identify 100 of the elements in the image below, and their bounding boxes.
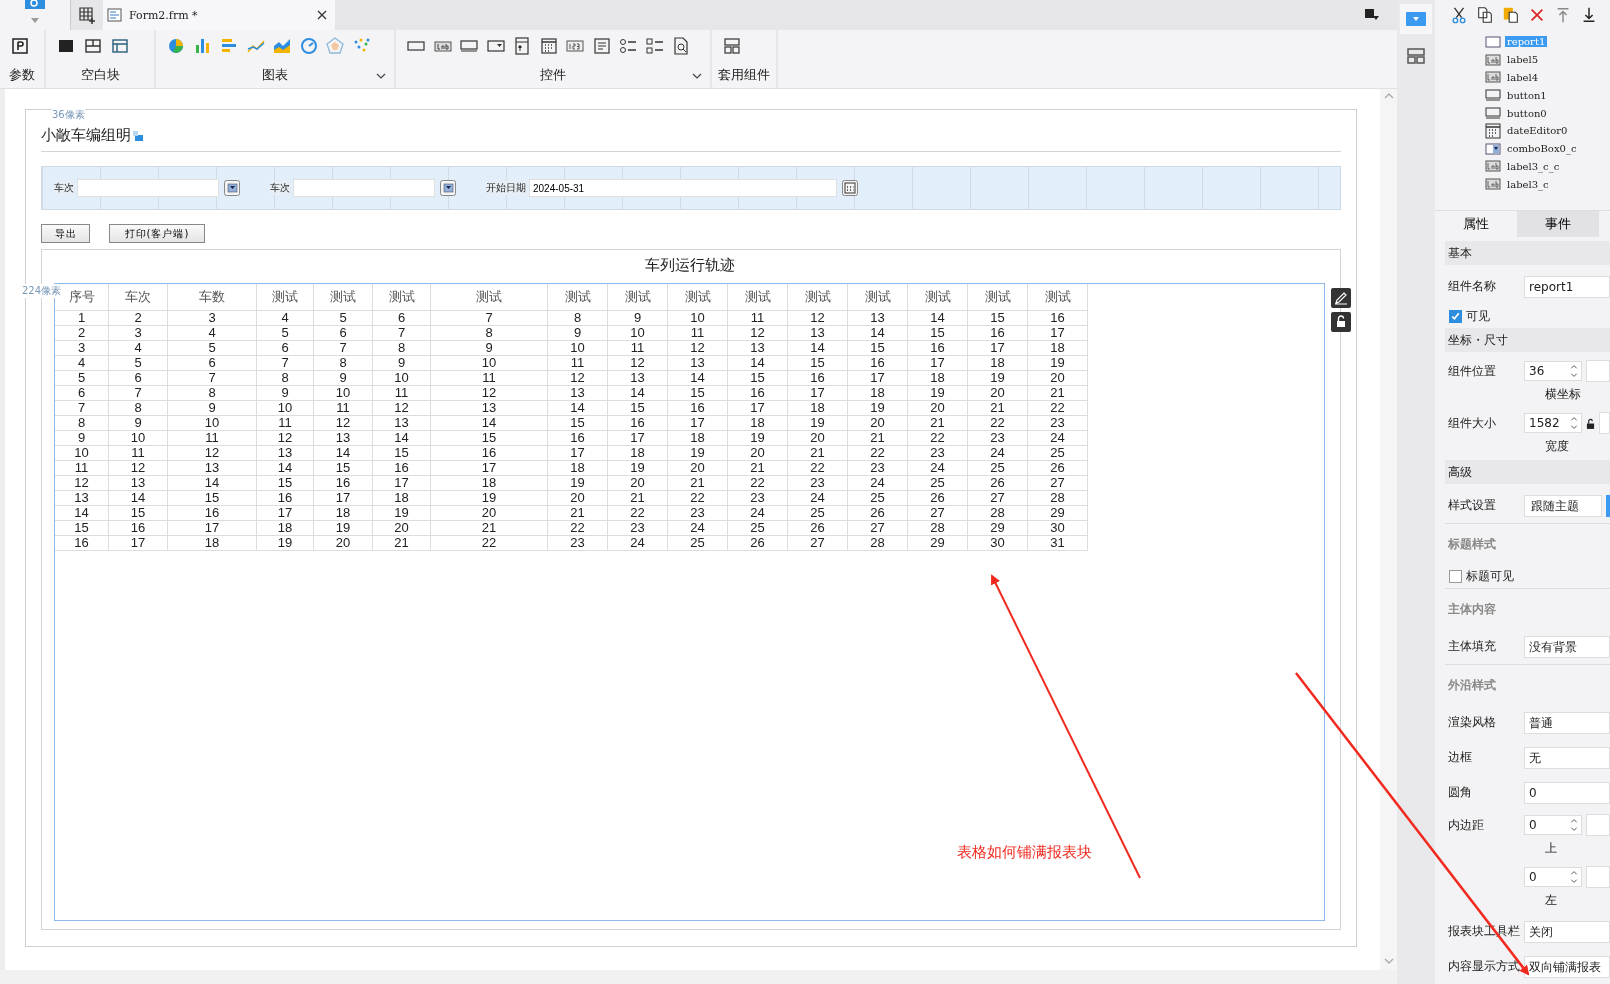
- property-field[interactable]: 无: [1524, 746, 1610, 769]
- table-cell: 16: [167, 505, 257, 521]
- checkbox-list-icon[interactable]: [644, 36, 665, 56]
- table-cell: 1: [55, 310, 109, 326]
- number-field[interactable]: [1586, 814, 1610, 836]
- form-button[interactable]: 打印(客户端): [109, 224, 205, 243]
- table-cell: 16: [430, 445, 548, 461]
- number-field[interactable]: 1582: [1524, 413, 1582, 433]
- number-field[interactable]: 0: [1524, 867, 1582, 887]
- number-field[interactable]: [1586, 360, 1610, 382]
- table-cell: 13: [55, 490, 109, 506]
- label-icon: [1485, 69, 1501, 86]
- document-tab[interactable]: Form2.frm *: [103, 0, 335, 30]
- property-field[interactable]: 0: [1524, 781, 1610, 804]
- table-cell: 28: [847, 535, 908, 551]
- lock-icon[interactable]: [1331, 312, 1351, 332]
- subsection-label: 外沿样式: [1448, 676, 1496, 694]
- property-field[interactable]: report1: [1524, 275, 1610, 298]
- chevron-down-icon[interactable]: [376, 72, 386, 79]
- table-cell: 14: [847, 325, 908, 341]
- split-block-icon[interactable]: [83, 36, 103, 56]
- filter-field[interactable]: 2024-05-31: [529, 179, 837, 197]
- filter-field[interactable]: [77, 179, 219, 197]
- table-cell: 7: [55, 400, 109, 416]
- table-cell: 4: [55, 355, 109, 371]
- spinner-arrows-icon[interactable]: [1569, 362, 1579, 380]
- property-field[interactable]: 没有背景: [1524, 635, 1610, 658]
- table-cell: 21: [727, 460, 788, 476]
- layout-icon[interactable]: [722, 36, 742, 56]
- table-cell: 23: [787, 475, 848, 491]
- field-caption: 左: [1545, 892, 1557, 909]
- dropdown-icon[interactable]: [440, 180, 456, 196]
- tree-item[interactable]: label5: [1505, 54, 1541, 66]
- grid-add-icon[interactable]: [77, 5, 97, 25]
- table-cell: 30: [967, 535, 1028, 551]
- grid-block-icon[interactable]: [110, 36, 130, 56]
- scroll-down-icon[interactable]: [1383, 958, 1394, 964]
- text-area-icon[interactable]: [591, 36, 612, 56]
- form-icon[interactable]: [512, 36, 532, 56]
- tree-item[interactable]: button1: [1505, 89, 1549, 101]
- table-cell: 16: [607, 415, 668, 431]
- chevron-down-icon[interactable]: [692, 72, 702, 79]
- tree-item[interactable]: button0: [1505, 107, 1549, 119]
- checkbox[interactable]: [1449, 569, 1462, 583]
- close-icon[interactable]: [317, 10, 327, 20]
- table-cell: 22: [907, 430, 968, 446]
- number-field[interactable]: 36: [1524, 361, 1582, 381]
- delete-icon[interactable]: [1528, 6, 1546, 24]
- style-select[interactable]: 跟随主题: [1524, 494, 1602, 517]
- caret-icon[interactable]: [31, 18, 39, 23]
- dropdown-icon[interactable]: [224, 180, 240, 196]
- p-letter-icon[interactable]: [10, 36, 30, 56]
- tree-item[interactable]: label3_c: [1505, 178, 1551, 190]
- resize-handle-icon[interactable]: [133, 130, 143, 141]
- property-label: 组件位置: [1448, 362, 1497, 380]
- edit-icon[interactable]: [1331, 288, 1351, 308]
- number-field[interactable]: [1599, 412, 1610, 434]
- copy-icon[interactable]: [1476, 6, 1494, 24]
- table-cell: 21: [787, 445, 848, 461]
- paste-icon[interactable]: [1502, 6, 1520, 24]
- calendar-icon[interactable]: [538, 36, 559, 56]
- filter-field[interactable]: [293, 179, 435, 197]
- column-header: 测试: [313, 284, 373, 311]
- pie-chart-icon[interactable]: [166, 36, 186, 56]
- checkbox[interactable]: [1449, 309, 1462, 323]
- scroll-up-icon[interactable]: [1383, 93, 1394, 99]
- form-button[interactable]: 导出: [41, 224, 90, 243]
- dock-menu-icon[interactable]: [1365, 9, 1379, 21]
- spinner-arrows-icon[interactable]: [1569, 816, 1579, 834]
- property-field[interactable]: 关闭: [1524, 920, 1610, 943]
- tree-item[interactable]: dateEditor0: [1505, 125, 1570, 137]
- gauge-icon[interactable]: [298, 36, 319, 56]
- radio-list-icon[interactable]: [618, 36, 638, 56]
- tree-item[interactable]: label3_c_c: [1505, 160, 1562, 172]
- property-field[interactable]: 双向铺满报表: [1524, 955, 1610, 978]
- spinner-arrows-icon[interactable]: [1569, 414, 1579, 432]
- panel-tab[interactable]: 事件: [1517, 211, 1599, 237]
- table-cell: 17: [967, 340, 1028, 356]
- table-cell: 27: [907, 505, 968, 521]
- style-button[interactable]: [1606, 494, 1610, 517]
- tree-item[interactable]: comboBox0_c: [1505, 143, 1579, 155]
- document-search-icon[interactable]: [671, 36, 691, 56]
- number-field[interactable]: [1586, 866, 1610, 888]
- calendar-icon[interactable]: [842, 180, 858, 196]
- table-cell: 25: [727, 520, 788, 536]
- table-cell: 11: [256, 415, 314, 431]
- number-field[interactable]: 0: [1524, 815, 1582, 835]
- spinner-arrows-icon[interactable]: [1569, 868, 1579, 886]
- radar-chart-icon[interactable]: [325, 36, 345, 56]
- table-cell: 11: [667, 325, 728, 341]
- table-cell: 18: [372, 490, 431, 506]
- vertical-scrollbar[interactable]: [1380, 89, 1397, 970]
- cut-icon[interactable]: [1450, 6, 1468, 24]
- unlock-icon[interactable]: [1586, 417, 1595, 429]
- tree-item[interactable]: label4: [1505, 72, 1541, 83]
- property-field[interactable]: 普通: [1524, 711, 1610, 734]
- table-cell: 16: [667, 400, 728, 416]
- layout-icon[interactable]: [1406, 46, 1426, 66]
- table-cell: 10: [547, 340, 608, 356]
- search-app-icon[interactable]: [23, 0, 47, 12]
